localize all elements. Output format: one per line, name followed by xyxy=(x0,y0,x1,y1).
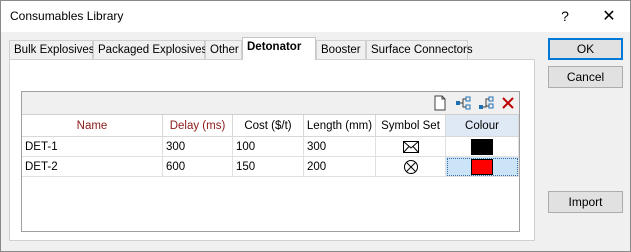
cell-delay[interactable]: 300 xyxy=(163,137,233,157)
delete-icon[interactable] xyxy=(500,95,516,111)
import-button[interactable]: Import xyxy=(548,191,623,213)
circle-x-symbol-icon xyxy=(404,160,418,174)
cell-symbol-set[interactable] xyxy=(376,157,446,177)
cell-length[interactable]: 200 xyxy=(304,157,376,177)
tree-icon[interactable] xyxy=(455,95,471,111)
cell-name[interactable]: DET-2 xyxy=(22,157,163,177)
cell-cost[interactable]: 150 xyxy=(233,157,304,177)
tab-surface-connectors[interactable]: Surface Connectors xyxy=(366,40,473,59)
insert-icon[interactable] xyxy=(478,95,494,111)
tab-bulk-explosives[interactable]: Bulk Explosives xyxy=(9,40,95,59)
colour-swatch-black xyxy=(471,139,493,155)
help-button[interactable]: ? xyxy=(543,1,587,32)
column-header-cost[interactable]: Cost ($/t) xyxy=(233,115,304,137)
title-bar: Consumables Library ? ✕ xyxy=(1,1,630,32)
tab-other[interactable]: Other xyxy=(205,40,242,59)
cell-symbol-set[interactable] xyxy=(376,137,446,157)
close-button[interactable]: ✕ xyxy=(587,1,631,32)
window-title: Consumables Library xyxy=(10,9,124,23)
tab-booster[interactable]: Booster xyxy=(316,40,366,59)
cancel-button[interactable]: Cancel xyxy=(548,66,623,88)
cell-name[interactable]: DET-1 xyxy=(22,137,163,157)
new-icon[interactable] xyxy=(432,95,448,111)
tab-detonator[interactable]: Detonator xyxy=(242,37,316,60)
cell-colour[interactable] xyxy=(446,137,519,157)
column-header-colour[interactable]: Colour xyxy=(446,115,519,137)
cell-cost[interactable]: 100 xyxy=(233,137,304,157)
column-header-delay[interactable]: Delay (ms) xyxy=(163,115,233,137)
column-header-length[interactable]: Length (mm) xyxy=(304,115,376,137)
envelope-symbol-icon xyxy=(403,141,419,153)
cell-colour-selected[interactable] xyxy=(446,157,519,177)
detonator-grid[interactable]: Name Delay (ms) Cost ($/t) Length (mm) S… xyxy=(21,91,520,232)
colour-swatch-red xyxy=(471,159,493,175)
cell-length[interactable]: 300 xyxy=(304,137,376,157)
cell-delay[interactable]: 600 xyxy=(163,157,233,177)
tab-packaged-explosives[interactable]: Packaged Explosives xyxy=(93,40,207,59)
column-header-name[interactable]: Name xyxy=(22,115,163,137)
ok-button[interactable]: OK xyxy=(548,38,623,60)
column-header-symbol-set[interactable]: Symbol Set xyxy=(376,115,446,137)
grid-toolbar xyxy=(22,92,519,115)
